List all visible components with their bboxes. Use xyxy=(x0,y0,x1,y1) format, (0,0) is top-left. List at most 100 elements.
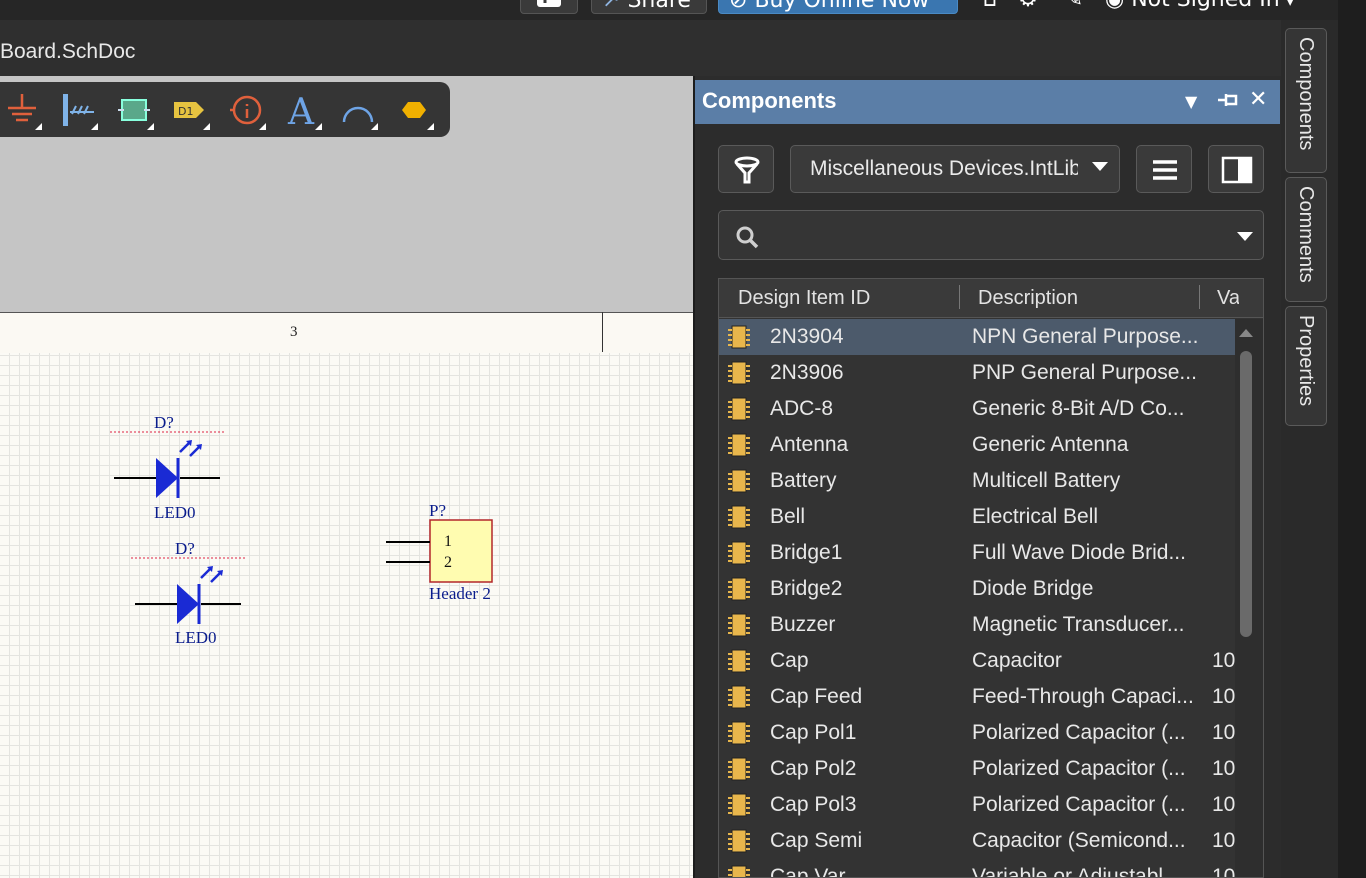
cell-description: Magnetic Transducer... xyxy=(972,613,1185,636)
cell-description: Variable or Adjustabl... xyxy=(972,865,1181,878)
component-icon xyxy=(728,469,750,493)
home-button[interactable]: ⌂ xyxy=(975,0,1005,14)
arc-icon[interactable] xyxy=(338,90,378,130)
megaphone-icon: ✎ xyxy=(1065,0,1083,12)
column-header-value[interactable]: Va xyxy=(1217,287,1239,310)
header-symbol[interactable] xyxy=(384,519,496,585)
table-row[interactable]: Cap Pol3 Polarized Capacitor (... 10 xyxy=(719,787,1235,823)
column-separator[interactable] xyxy=(959,285,960,309)
filter-button[interactable] xyxy=(718,145,774,193)
table-row[interactable]: Cap Pol1 Polarized Capacitor (... 10 xyxy=(719,715,1235,751)
table-row[interactable]: Bridge1 Full Wave Diode Brid... xyxy=(719,535,1235,571)
table-row[interactable]: 2N3904 NPN General Purpose... xyxy=(719,319,1235,355)
column-header-description[interactable]: Description xyxy=(978,287,1078,310)
buy-online-button[interactable]: ⊘ Buy Online Now xyxy=(718,0,958,14)
cell-description: Capacitor (Semicond... xyxy=(972,829,1186,852)
component-icon xyxy=(728,361,750,385)
led2-symbol[interactable] xyxy=(129,556,249,631)
document-tab-title[interactable]: Board.SchDoc xyxy=(0,40,135,64)
port-icon[interactable] xyxy=(394,90,434,130)
table-row[interactable]: 2N3906 PNP General Purpose... xyxy=(719,355,1235,391)
cell-value: 10 xyxy=(1212,721,1235,744)
table-row[interactable]: Bell Electrical Bell xyxy=(719,499,1235,535)
tab-properties[interactable]: Properties xyxy=(1285,306,1327,426)
schematic-sheet[interactable] xyxy=(0,353,693,878)
tag-icon: ⊘ xyxy=(729,0,748,13)
ruler-divider xyxy=(602,312,603,352)
header-pin-2: 2 xyxy=(444,554,452,571)
cell-description: Multicell Battery xyxy=(972,469,1121,492)
cell-design-item-id: Battery xyxy=(770,469,837,492)
table-row[interactable]: Antenna Generic Antenna xyxy=(719,427,1235,463)
cell-design-item-id: Cap Pol2 xyxy=(770,757,857,780)
cell-description: Feed-Through Capaci... xyxy=(972,685,1194,708)
bus-entry-icon[interactable] xyxy=(58,90,98,130)
net-label-icon[interactable]: D1 xyxy=(170,90,210,130)
user-menu-button[interactable]: ◉ Not Signed In ▾ xyxy=(1105,0,1331,14)
scrollbar-thumb[interactable] xyxy=(1240,351,1252,637)
component-icon xyxy=(728,757,750,781)
info-icon[interactable] xyxy=(226,90,266,130)
pin-icon[interactable] xyxy=(1216,90,1238,115)
split-view-icon xyxy=(1221,156,1253,184)
header-designator[interactable]: P? xyxy=(429,501,446,521)
ruler-zone-number: 3 xyxy=(290,324,298,340)
table-row[interactable]: Cap Feed Feed-Through Capaci... 10 xyxy=(719,679,1235,715)
cell-value: 10 xyxy=(1212,685,1235,708)
share-button[interactable]: ↗ Share xyxy=(591,0,707,14)
table-row[interactable]: ADC-8 Generic 8-Bit A/D Co... xyxy=(719,391,1235,427)
header-comment[interactable]: Header 2 xyxy=(429,584,491,604)
toggle-details-button[interactable] xyxy=(1208,145,1264,193)
cell-design-item-id: Bridge2 xyxy=(770,577,843,600)
table-row[interactable]: Cap Pol2 Polarized Capacitor (... 10 xyxy=(719,751,1235,787)
component-icon xyxy=(728,397,750,421)
hamburger-icon xyxy=(1153,160,1177,180)
table-row[interactable]: Cap Semi Capacitor (Semicond... 10 xyxy=(719,823,1235,859)
cell-description: Generic Antenna xyxy=(972,433,1129,456)
close-icon[interactable]: ✕ xyxy=(1249,87,1267,112)
library-select-value: Miscellaneous Devices.IntLib xyxy=(810,157,1078,180)
panel-menu-icon[interactable]: ▼ xyxy=(1185,92,1197,111)
settings-button[interactable]: ⚙ xyxy=(1013,0,1043,14)
led1-symbol[interactable] xyxy=(108,430,228,505)
cell-design-item-id: Antenna xyxy=(770,433,849,456)
tab-comments[interactable]: Comments xyxy=(1285,177,1327,302)
cell-design-item-id: Cap Pol1 xyxy=(770,721,857,744)
chat-button[interactable] xyxy=(520,0,578,14)
search-field[interactable] xyxy=(718,210,1264,260)
table-row[interactable]: Cap Capacitor 10 xyxy=(719,643,1235,679)
tab-properties-label: Properties xyxy=(1295,315,1317,407)
buy-label: Buy Online Now xyxy=(754,0,930,13)
led1-comment[interactable]: LED0 xyxy=(154,503,196,523)
ground-icon[interactable] xyxy=(2,90,42,130)
chevron-down-icon xyxy=(1092,162,1108,171)
component-icon xyxy=(728,829,750,853)
filter-icon xyxy=(734,156,760,184)
table-row[interactable]: Battery Multicell Battery xyxy=(719,463,1235,499)
sheet-symbol-icon[interactable] xyxy=(114,90,154,130)
header-pin-1: 1 xyxy=(444,533,452,550)
table-row[interactable]: Buzzer Magnetic Transducer... xyxy=(719,607,1235,643)
column-header-design-item-id[interactable]: Design Item ID xyxy=(738,287,870,310)
window-edge xyxy=(1338,0,1366,878)
component-icon xyxy=(728,613,750,637)
component-icon xyxy=(728,865,750,877)
tab-components[interactable]: Components xyxy=(1285,28,1327,173)
led2-comment[interactable]: LED0 xyxy=(175,628,217,648)
operations-menu-button[interactable] xyxy=(1136,145,1192,193)
cell-description: PNP General Purpose... xyxy=(972,361,1197,384)
column-separator[interactable] xyxy=(1199,285,1200,309)
cell-design-item-id: Cap Feed xyxy=(770,685,863,708)
component-icon xyxy=(728,325,750,349)
scroll-up-icon[interactable] xyxy=(1239,329,1253,337)
search-history-dropdown-icon[interactable] xyxy=(1237,232,1253,241)
grid-header: Design Item ID Description Va xyxy=(719,279,1263,318)
cell-value: 10 xyxy=(1212,757,1235,780)
table-row[interactable]: Bridge2 Diode Bridge xyxy=(719,571,1235,607)
notifications-button[interactable]: ✎ xyxy=(1057,0,1091,14)
cell-design-item-id: Cap Var xyxy=(770,865,846,878)
cell-design-item-id: Cap Pol3 xyxy=(770,793,857,816)
table-row[interactable]: Cap Var Variable or Adjustabl... 10 xyxy=(719,859,1235,878)
search-input[interactable] xyxy=(769,221,1213,251)
text-icon[interactable]: A xyxy=(282,90,322,133)
